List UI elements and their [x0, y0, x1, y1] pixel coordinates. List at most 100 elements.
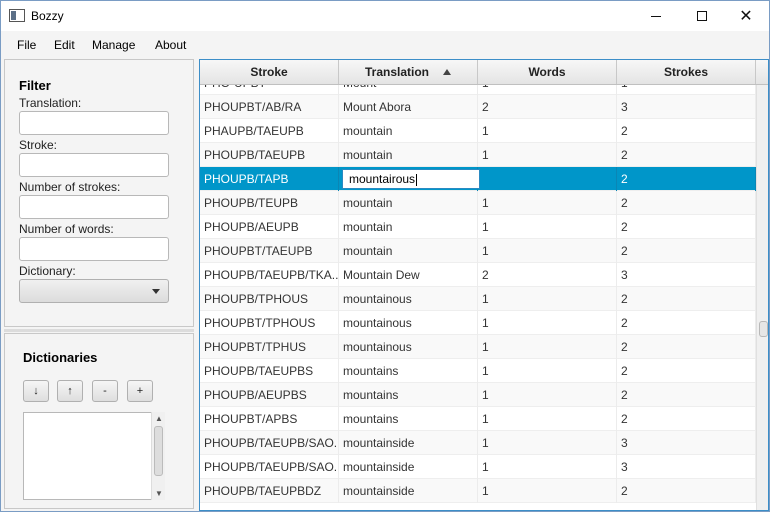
cell-words[interactable]: 1 [478, 431, 617, 455]
cell-strokes[interactable]: 2 [617, 407, 756, 431]
menu-file[interactable]: File [17, 38, 36, 52]
table-row[interactable]: PHOUPB/TAEUPB/SAO... mountainside 1 3 [200, 431, 756, 455]
cell-stroke[interactable]: PHO-UPBT [200, 85, 339, 95]
cell-words[interactable]: 1 [478, 479, 617, 503]
title-bar[interactable]: Bozzy ✕ [1, 1, 769, 31]
cell-stroke[interactable]: PHOUPBT/TAEUPB [200, 239, 339, 263]
menu-edit[interactable]: Edit [54, 38, 75, 52]
cell-words[interactable]: 1 [478, 383, 617, 407]
maximize-button[interactable] [679, 1, 725, 31]
move-up-button[interactable]: ↑ [57, 380, 83, 402]
cell-translation[interactable]: mountains [339, 359, 478, 383]
table-row[interactable]: PHOUPBT/TAEUPB mountain 1 2 [200, 239, 756, 263]
cell-translation[interactable]: mountainside [339, 431, 478, 455]
num-words-filter-input[interactable] [19, 237, 169, 261]
menu-about[interactable]: About [155, 38, 186, 52]
dictionary-list[interactable] [23, 412, 165, 500]
cell-strokes[interactable]: 3 [617, 455, 756, 479]
cell-translation[interactable]: mountainside [339, 479, 478, 503]
cell-translation[interactable]: Mount Abora [339, 95, 478, 119]
cell-stroke[interactable]: PHOUPBT/AB/RA [200, 95, 339, 119]
cell-strokes[interactable]: 2 [617, 167, 756, 191]
table-row[interactable]: PHOUPBT/TPHUS mountainous 1 2 [200, 335, 756, 359]
column-header-stroke[interactable]: Stroke [200, 60, 339, 84]
move-down-button[interactable]: ↓ [23, 380, 49, 402]
column-header-words[interactable]: Words [478, 60, 617, 84]
cell-words[interactable]: 1 [478, 239, 617, 263]
cell-stroke[interactable]: PHOUPB/TAEUPB [200, 143, 339, 167]
cell-translation[interactable]: mountainous [339, 335, 478, 359]
cell-strokes[interactable]: 2 [617, 479, 756, 503]
cell-strokes[interactable]: 2 [617, 143, 756, 167]
close-button[interactable]: ✕ [723, 1, 769, 31]
column-header-strokes[interactable]: Strokes [617, 60, 756, 84]
cell-translation[interactable]: mountain [339, 191, 478, 215]
scroll-thumb[interactable] [759, 321, 768, 337]
cell-translation[interactable]: mountain [339, 239, 478, 263]
cell-words[interactable]: 1 [478, 143, 617, 167]
cell-words[interactable]: 1 [478, 359, 617, 383]
panel-splitter[interactable] [4, 329, 194, 332]
table-row[interactable]: PHOUPB/AEUPBS mountains 1 2 [200, 383, 756, 407]
cell-words[interactable]: 2 [478, 95, 617, 119]
minimize-button[interactable] [633, 1, 679, 31]
cell-strokes[interactable]: 2 [617, 287, 756, 311]
table-row[interactable]: PHAUPB/TAEUPB mountain 1 2 [200, 119, 756, 143]
scroll-thumb[interactable] [154, 426, 163, 476]
table-row[interactable]: PHO-UPBTMount11 [200, 85, 756, 95]
table-row[interactable]: PHOUPB/TAEUPB mountain 1 2 [200, 143, 756, 167]
cell-words[interactable] [478, 167, 617, 191]
table-row[interactable]: PHOUPB/TAEUPB/TKA... Mountain Dew 2 3 [200, 263, 756, 287]
scroll-down-icon[interactable]: ▼ [155, 489, 163, 498]
cell-stroke[interactable]: PHOUPB/TAEUPBDZ [200, 479, 339, 503]
add-dictionary-button[interactable]: + [127, 380, 153, 402]
cell-strokes[interactable]: 2 [617, 359, 756, 383]
menu-manage[interactable]: Manage [92, 38, 135, 52]
cell-strokes[interactable]: 2 [617, 239, 756, 263]
cell-strokes[interactable]: 2 [617, 215, 756, 239]
cell-translation[interactable]: mountainous [339, 287, 478, 311]
cell-strokes[interactable]: 1 [617, 85, 756, 95]
table-row[interactable]: PHOUPB/TAEUPBDZ mountainside 1 2 [200, 479, 756, 503]
cell-stroke[interactable]: PHOUPBT/APBS [200, 407, 339, 431]
table-row[interactable]: PHOUPB/AEUPB mountain 1 2 [200, 215, 756, 239]
cell-translation[interactable]: mountainside [339, 455, 478, 479]
cell-words[interactable]: 1 [478, 119, 617, 143]
dictionary-select[interactable] [19, 279, 169, 303]
cell-strokes[interactable]: 3 [617, 263, 756, 287]
cell-words[interactable]: 1 [478, 287, 617, 311]
cell-stroke[interactable]: PHOUPB/TAPB [200, 167, 339, 191]
table-row[interactable]: PHOUPBT/AB/RA Mount Abora 2 3 [200, 95, 756, 119]
translation-edit-field[interactable]: mountairous [342, 169, 480, 189]
cell-strokes[interactable]: 2 [617, 335, 756, 359]
cell-stroke[interactable]: PHOUPB/AEUPBS [200, 383, 339, 407]
cell-words[interactable]: 2 [478, 263, 617, 287]
cell-stroke[interactable]: PHOUPB/AEUPB [200, 215, 339, 239]
cell-translation[interactable]: mountain [339, 119, 478, 143]
cell-stroke[interactable]: PHOUPB/TAEUPB/SAO... [200, 431, 339, 455]
cell-translation[interactable]: mountains [339, 383, 478, 407]
cell-strokes[interactable]: 2 [617, 119, 756, 143]
table-row[interactable]: PHOUPBT/TPHOUS mountainous 1 2 [200, 311, 756, 335]
cell-stroke[interactable]: PHOUPB/TAEUPBS [200, 359, 339, 383]
cell-translation[interactable]: Mount [339, 85, 478, 95]
cell-strokes[interactable]: 3 [617, 95, 756, 119]
cell-translation[interactable]: mountainous [339, 311, 478, 335]
scroll-up-icon[interactable]: ▲ [155, 414, 163, 423]
cell-stroke[interactable]: PHOUPBT/TPHOUS [200, 311, 339, 335]
dictionary-list-scrollbar[interactable]: ▲ ▼ [151, 412, 165, 500]
cell-stroke[interactable]: PHOUPB/TAEUPB/TKA... [200, 263, 339, 287]
cell-strokes[interactable]: 2 [617, 191, 756, 215]
cell-strokes[interactable]: 2 [617, 383, 756, 407]
cell-translation[interactable]: mountain [339, 215, 478, 239]
cell-stroke[interactable]: PHOUPBT/TPHUS [200, 335, 339, 359]
cell-words[interactable]: 1 [478, 407, 617, 431]
stroke-filter-input[interactable] [19, 153, 169, 177]
num-strokes-filter-input[interactable] [19, 195, 169, 219]
cell-words[interactable]: 1 [478, 85, 617, 95]
cell-translation[interactable]: mountain [339, 143, 478, 167]
cell-words[interactable]: 1 [478, 311, 617, 335]
translation-filter-input[interactable] [19, 111, 169, 135]
cell-strokes[interactable]: 2 [617, 311, 756, 335]
remove-dictionary-button[interactable]: - [92, 380, 118, 402]
